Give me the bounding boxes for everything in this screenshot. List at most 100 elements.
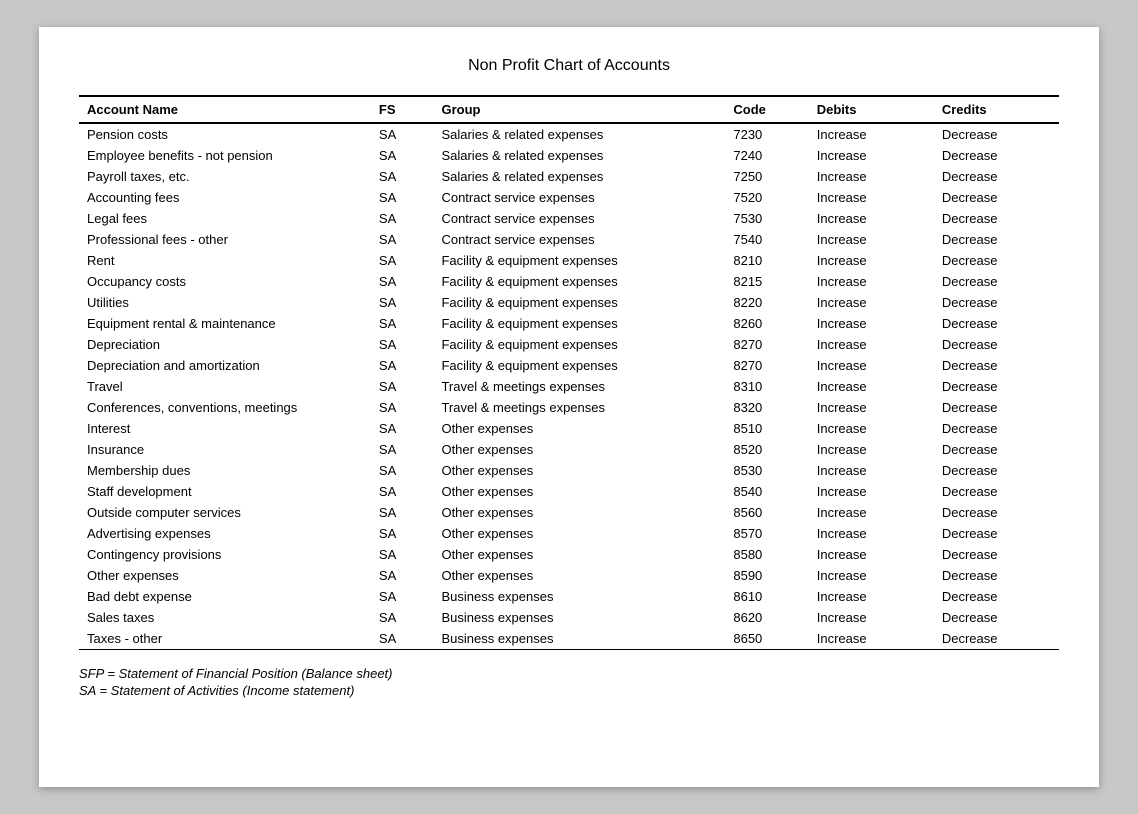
cell-account-name: Utilities: [79, 292, 371, 313]
cell-group: Travel & meetings expenses: [433, 397, 725, 418]
cell-debits: Increase: [809, 565, 934, 586]
cell-fs: SA: [371, 586, 434, 607]
cell-fs: SA: [371, 250, 434, 271]
cell-credits: Decrease: [934, 313, 1059, 334]
cell-code: 8620: [725, 607, 808, 628]
cell-credits: Decrease: [934, 292, 1059, 313]
table-row: DepreciationSAFacility & equipment expen…: [79, 334, 1059, 355]
header-credits: Credits: [934, 96, 1059, 123]
cell-code: 8520: [725, 439, 808, 460]
cell-code: 8540: [725, 481, 808, 502]
cell-fs: SA: [371, 502, 434, 523]
footer-line2: SA = Statement of Activities (Income sta…: [79, 683, 1059, 698]
cell-credits: Decrease: [934, 460, 1059, 481]
cell-code: 8590: [725, 565, 808, 586]
cell-fs: SA: [371, 628, 434, 650]
table-row: Accounting feesSAContract service expens…: [79, 187, 1059, 208]
cell-code: 7230: [725, 123, 808, 145]
cell-code: 8610: [725, 586, 808, 607]
cell-credits: Decrease: [934, 397, 1059, 418]
cell-fs: SA: [371, 166, 434, 187]
cell-account-name: Other expenses: [79, 565, 371, 586]
cell-account-name: Advertising expenses: [79, 523, 371, 544]
cell-group: Other expenses: [433, 439, 725, 460]
cell-code: 8580: [725, 544, 808, 565]
cell-credits: Decrease: [934, 565, 1059, 586]
table-row: Bad debt expenseSABusiness expenses8610I…: [79, 586, 1059, 607]
accounts-table: Account Name FS Group Code Debits Credit…: [79, 95, 1059, 650]
footer-notes: SFP = Statement of Financial Position (B…: [79, 666, 1059, 698]
cell-credits: Decrease: [934, 250, 1059, 271]
cell-debits: Increase: [809, 607, 934, 628]
cell-debits: Increase: [809, 271, 934, 292]
cell-account-name: Conferences, conventions, meetings: [79, 397, 371, 418]
cell-credits: Decrease: [934, 166, 1059, 187]
cell-account-name: Outside computer services: [79, 502, 371, 523]
cell-group: Facility & equipment expenses: [433, 334, 725, 355]
cell-credits: Decrease: [934, 502, 1059, 523]
header-debits: Debits: [809, 96, 934, 123]
cell-group: Other expenses: [433, 502, 725, 523]
table-row: Pension costsSASalaries & related expens…: [79, 123, 1059, 145]
cell-code: 7240: [725, 145, 808, 166]
cell-debits: Increase: [809, 523, 934, 544]
cell-debits: Increase: [809, 544, 934, 565]
cell-fs: SA: [371, 145, 434, 166]
cell-account-name: Staff development: [79, 481, 371, 502]
table-row: Conferences, conventions, meetingsSATrav…: [79, 397, 1059, 418]
cell-account-name: Employee benefits - not pension: [79, 145, 371, 166]
cell-fs: SA: [371, 271, 434, 292]
cell-group: Contract service expenses: [433, 187, 725, 208]
cell-account-name: Depreciation and amortization: [79, 355, 371, 376]
table-row: Outside computer servicesSAOther expense…: [79, 502, 1059, 523]
page-title: Non Profit Chart of Accounts: [79, 57, 1059, 75]
cell-credits: Decrease: [934, 271, 1059, 292]
cell-code: 8210: [725, 250, 808, 271]
cell-credits: Decrease: [934, 481, 1059, 502]
cell-group: Salaries & related expenses: [433, 123, 725, 145]
table-row: Occupancy costsSAFacility & equipment ex…: [79, 271, 1059, 292]
cell-credits: Decrease: [934, 586, 1059, 607]
cell-group: Contract service expenses: [433, 208, 725, 229]
table-row: Employee benefits - not pensionSASalarie…: [79, 145, 1059, 166]
cell-credits: Decrease: [934, 145, 1059, 166]
cell-debits: Increase: [809, 376, 934, 397]
table-row: Legal feesSAContract service expenses753…: [79, 208, 1059, 229]
cell-account-name: Insurance: [79, 439, 371, 460]
cell-code: 8530: [725, 460, 808, 481]
table-row: Advertising expensesSAOther expenses8570…: [79, 523, 1059, 544]
cell-fs: SA: [371, 439, 434, 460]
cell-fs: SA: [371, 565, 434, 586]
cell-fs: SA: [371, 607, 434, 628]
cell-debits: Increase: [809, 502, 934, 523]
cell-credits: Decrease: [934, 607, 1059, 628]
cell-group: Facility & equipment expenses: [433, 355, 725, 376]
table-row: Taxes - otherSABusiness expenses8650Incr…: [79, 628, 1059, 650]
cell-debits: Increase: [809, 123, 934, 145]
cell-group: Other expenses: [433, 460, 725, 481]
table-row: Payroll taxes, etc.SASalaries & related …: [79, 166, 1059, 187]
cell-account-name: Depreciation: [79, 334, 371, 355]
cell-code: 7540: [725, 229, 808, 250]
header-group: Group: [433, 96, 725, 123]
table-row: InterestSAOther expenses8510IncreaseDecr…: [79, 418, 1059, 439]
cell-fs: SA: [371, 418, 434, 439]
cell-code: 7250: [725, 166, 808, 187]
table-row: TravelSATravel & meetings expenses8310In…: [79, 376, 1059, 397]
cell-debits: Increase: [809, 460, 934, 481]
cell-account-name: Interest: [79, 418, 371, 439]
cell-group: Salaries & related expenses: [433, 166, 725, 187]
cell-code: 7530: [725, 208, 808, 229]
cell-group: Facility & equipment expenses: [433, 271, 725, 292]
header-code: Code: [725, 96, 808, 123]
cell-fs: SA: [371, 229, 434, 250]
cell-debits: Increase: [809, 355, 934, 376]
cell-account-name: Legal fees: [79, 208, 371, 229]
table-row: Professional fees - otherSAContract serv…: [79, 229, 1059, 250]
cell-fs: SA: [371, 523, 434, 544]
cell-code: 8570: [725, 523, 808, 544]
cell-group: Other expenses: [433, 418, 725, 439]
cell-debits: Increase: [809, 250, 934, 271]
cell-code: 8270: [725, 334, 808, 355]
cell-account-name: Rent: [79, 250, 371, 271]
